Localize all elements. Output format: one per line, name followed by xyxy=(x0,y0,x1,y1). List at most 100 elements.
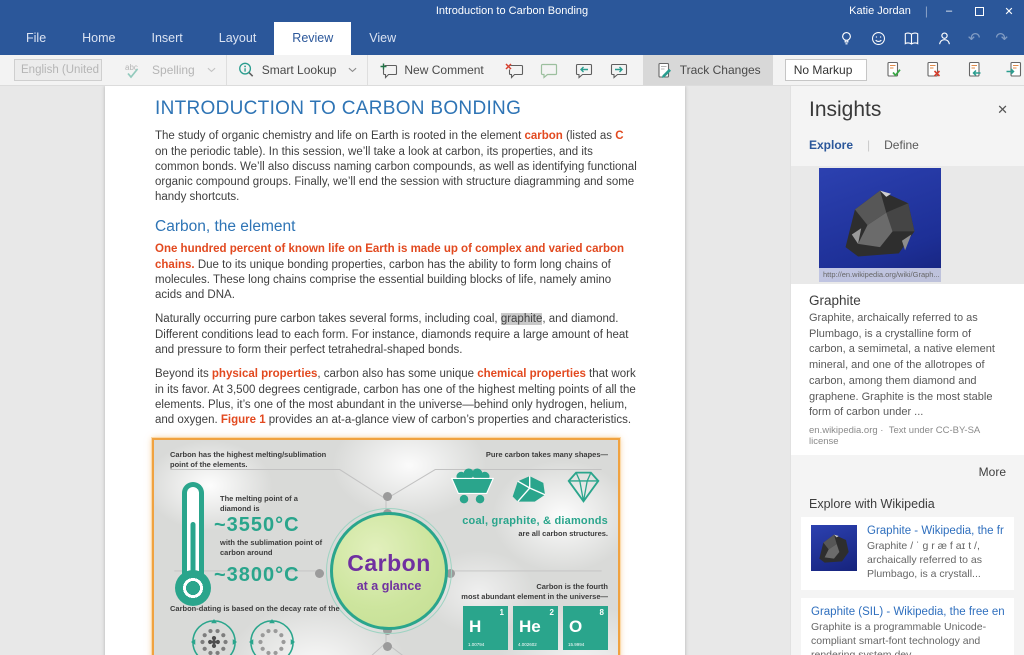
sublimation-text: with the sublimation point of carbon aro… xyxy=(220,538,323,557)
heading-carbon-the-element: Carbon, the element xyxy=(155,217,296,235)
element-symbol: H xyxy=(469,617,482,637)
center-title: Carbon xyxy=(347,550,431,577)
ribbon-tab-bar: File Home Insert Layout Review View ↶ ↷ xyxy=(0,22,1024,55)
element-tile-hydrogen: H 1 1.00794 xyxy=(463,606,508,651)
melting-intro: The melting point of a diamond is xyxy=(220,494,298,513)
new-comment-label: New Comment xyxy=(404,63,484,77)
element-tile-oxygen: O 8 15.9994 xyxy=(563,606,608,651)
graphite-photo[interactable]: http://en.wikipedia.org/wiki/Graph... xyxy=(819,168,941,282)
tab-insert[interactable]: Insert xyxy=(134,22,201,55)
result-image-section: http://en.wikipedia.org/wiki/Graph... xyxy=(791,166,1024,284)
result-title: Graphite xyxy=(809,293,861,308)
result-source: en.wikipedia.org · xyxy=(809,425,884,437)
more-link-top[interactable]: More xyxy=(791,455,1024,485)
tab-review[interactable]: Review xyxy=(274,22,352,55)
shapes-sub: are all carbon structures. xyxy=(518,528,608,538)
p1-c-emphasis: C xyxy=(615,130,624,143)
wiki1-link[interactable]: Graphite - Wikipedia, the free e... xyxy=(867,525,1004,537)
paragraph-3: Naturally occurring pure carbon takes se… xyxy=(155,312,639,358)
wiki2-snippet: Graphite is a programmable Unicode-compl… xyxy=(811,620,987,655)
smart-lookup-button[interactable]: Smart Lookup xyxy=(237,61,358,80)
document-body: INTRODUCTION TO CARBON BONDING The study… xyxy=(105,86,685,655)
account-person-icon[interactable] xyxy=(936,30,953,47)
spelling-chevron-icon xyxy=(207,67,216,73)
delete-comment-icon[interactable] xyxy=(504,62,524,79)
carbon-infographic-image[interactable]: Carbon has the highest melting/sublimati… xyxy=(152,438,620,655)
p1-text: The study of organic chemistry and life … xyxy=(155,130,525,143)
element-symbol: O xyxy=(569,617,583,637)
tab-explore[interactable]: Explore xyxy=(809,138,853,152)
shapes-title: coal, graphite, & diamonds xyxy=(462,515,608,528)
minimize-button[interactable]: – xyxy=(934,0,964,22)
shapes-caption: Pure carbon takes many shapes— xyxy=(485,450,608,460)
p3-text: Naturally occurring pure carbon takes se… xyxy=(155,313,501,326)
tab-view[interactable]: View xyxy=(351,22,414,55)
p1-carbon-emphasis: carbon xyxy=(524,130,563,143)
image-source-caption: http://en.wikipedia.org/wiki/Graph... xyxy=(819,268,941,282)
document-page[interactable]: INTRODUCTION TO CARBON BONDING The study… xyxy=(105,86,685,655)
shapes-section: Pure carbon takes many shapes— coal, gra… xyxy=(428,450,608,538)
review-ribbon: English (United abc Spelling Smart Looku… xyxy=(0,55,1024,86)
coal-cart-icon xyxy=(448,465,497,510)
smart-lookup-chevron-icon xyxy=(348,67,357,73)
element-symbol: He xyxy=(519,617,541,637)
abundance-section: Carbon is the fourth most abundant eleme… xyxy=(428,582,608,655)
document-title: INTRODUCTION TO CARBON BONDING xyxy=(155,98,522,119)
tab-define[interactable]: Define xyxy=(884,138,919,152)
language-button: English (United xyxy=(14,59,103,81)
tell-me-lightbulb-icon[interactable] xyxy=(838,30,855,47)
restore-icon xyxy=(974,6,984,16)
p4-text: Beyond its xyxy=(155,368,212,381)
new-comment-button[interactable]: New Comment xyxy=(378,62,484,79)
spelling-label: Spelling xyxy=(152,63,195,77)
close-button[interactable]: ✕ xyxy=(994,0,1024,22)
undo-icon[interactable]: ↶ xyxy=(968,31,981,46)
tab-file[interactable]: File xyxy=(8,22,64,55)
element-mass: 1.00794 xyxy=(468,642,485,648)
graphite-rock-icon xyxy=(506,471,550,510)
melting-caption: Carbon has the highest melting/sublimati… xyxy=(170,450,327,469)
signed-in-user[interactable]: Katie Jordan xyxy=(849,5,911,17)
wikipedia-result-2[interactable]: Graphite (SIL) - Wikipedia, the free enc… xyxy=(801,597,1014,655)
track-changes-label: Track Changes xyxy=(679,63,761,77)
previous-change-icon[interactable] xyxy=(965,61,984,79)
element-mass: 15.9994 xyxy=(568,642,585,648)
tab-home[interactable]: Home xyxy=(64,22,133,55)
thermometer-icon xyxy=(182,482,204,579)
spelling-abc-icon: abc xyxy=(124,62,146,79)
next-comment-icon[interactable] xyxy=(609,62,629,79)
carbon14-atom-icon xyxy=(190,618,238,655)
p4-physical-emphasis: physical properties xyxy=(211,368,318,381)
markup-dropdown[interactable]: No Markup xyxy=(784,59,867,81)
wiki2-link[interactable]: Graphite (SIL) - Wikipedia, the free enc… xyxy=(811,606,1004,618)
read-mode-book-icon[interactable] xyxy=(902,30,921,47)
feedback-smiley-icon[interactable] xyxy=(870,30,887,47)
show-comments-icon[interactable] xyxy=(539,62,559,79)
element-number: 1 xyxy=(499,608,504,618)
redo-icon[interactable]: ↷ xyxy=(995,31,1008,46)
track-changes-button[interactable]: Track Changes xyxy=(642,55,773,85)
p4-text2: , carbon also has some unique xyxy=(317,368,478,381)
previous-comment-icon[interactable] xyxy=(574,62,594,79)
accept-change-icon[interactable] xyxy=(885,61,904,79)
p1-text2: (listed as xyxy=(562,130,616,143)
titlebar-divider: | xyxy=(924,4,928,18)
paragraph-2: One hundred percent of known life on Ear… xyxy=(155,242,639,303)
graphite-rock-image xyxy=(845,190,915,257)
tab-layout[interactable]: Layout xyxy=(201,22,275,55)
restore-button[interactable] xyxy=(964,0,994,22)
p2-text: Due to its unique bonding properties, ca… xyxy=(155,258,612,302)
insights-close-icon[interactable]: ✕ xyxy=(997,102,1008,118)
spelling-button: abc Spelling xyxy=(124,62,216,79)
wikipedia-section-heading: Explore with Wikipedia xyxy=(809,497,935,512)
paragraph-4: Beyond its physical properties, carbon a… xyxy=(155,367,639,428)
smart-lookup-icon xyxy=(237,61,256,80)
p3-graphite-selected-word[interactable]: graphite xyxy=(500,313,543,326)
reject-change-icon[interactable] xyxy=(925,61,944,79)
abundance-caption-2: most abundant element in the universe— xyxy=(461,591,608,601)
element-number: 2 xyxy=(549,608,554,618)
knowledge-result[interactable]: Graphite Graphite, archaically referred … xyxy=(791,284,1024,456)
next-change-icon[interactable] xyxy=(1005,61,1024,79)
wikipedia-result-1[interactable]: Graphite - Wikipedia, the free e... Grap… xyxy=(801,517,1014,590)
abundance-caption-1: Carbon is the fourth xyxy=(536,582,608,592)
